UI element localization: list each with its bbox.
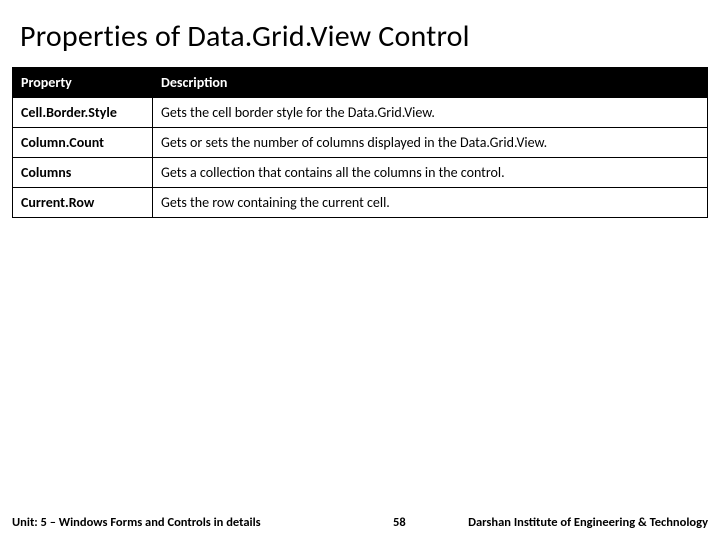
footer-page-number: 58 (261, 515, 468, 530)
properties-table: Property Description Cell.Border.Style G… (12, 67, 708, 218)
table-header-row: Property Description (13, 68, 708, 98)
footer-institute: Darshan Institute of Engineering & Techn… (468, 515, 708, 530)
slide-title: Properties of Data.Grid.View Control (0, 0, 720, 67)
property-name: Columns (13, 158, 153, 188)
footer-unit: Unit: 5 – Windows Forms and Controls in … (12, 515, 261, 530)
table-row: Cell.Border.Style Gets the cell border s… (13, 98, 708, 128)
property-description: Gets the cell border style for the Data.… (153, 98, 708, 128)
property-description: Gets the row containing the current cell… (153, 188, 708, 218)
table-row: Columns Gets a collection that contains … (13, 158, 708, 188)
property-name: Column.Count (13, 128, 153, 158)
slide: Properties of Data.Grid.View Control Pro… (0, 0, 720, 540)
property-name: Cell.Border.Style (13, 98, 153, 128)
table-row: Column.Count Gets or sets the number of … (13, 128, 708, 158)
property-description: Gets a collection that contains all the … (153, 158, 708, 188)
property-description: Gets or sets the number of columns displ… (153, 128, 708, 158)
header-description: Description (153, 68, 708, 98)
header-property: Property (13, 68, 153, 98)
slide-footer: Unit: 5 – Windows Forms and Controls in … (0, 515, 720, 530)
property-name: Current.Row (13, 188, 153, 218)
properties-table-wrap: Property Description Cell.Border.Style G… (0, 67, 720, 218)
table-row: Current.Row Gets the row containing the … (13, 188, 708, 218)
